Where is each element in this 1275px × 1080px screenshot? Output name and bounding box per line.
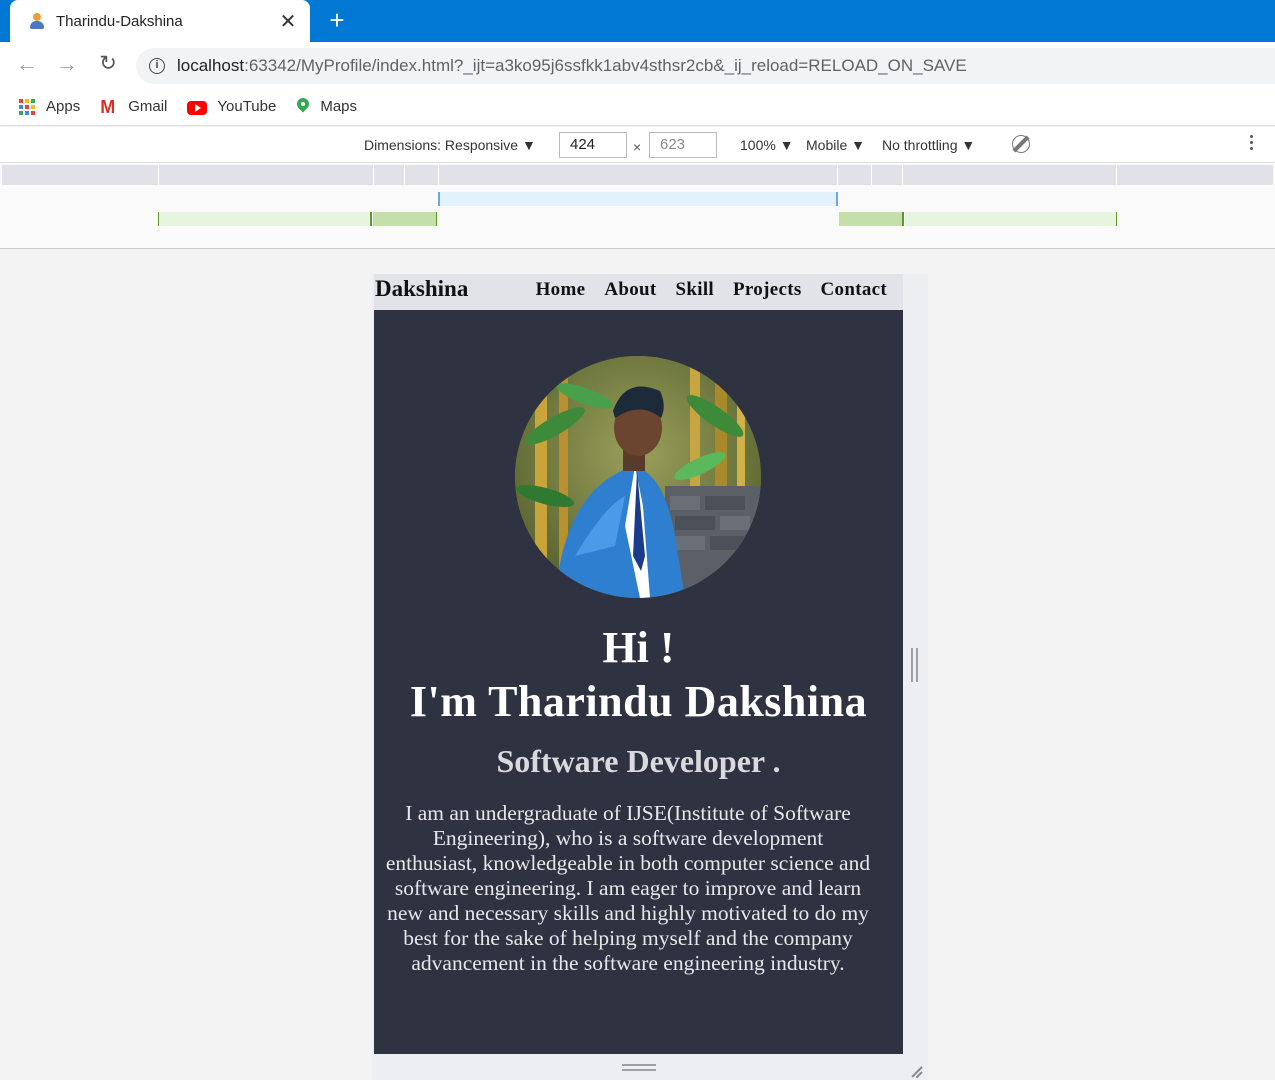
bio-line: enthusiast, knowledgeable in both comput… [385,851,871,875]
times-symbol: × [633,139,642,155]
site-navbar: Dakshina Home About Skill Projects Conta… [374,274,903,310]
device-type-dropdown[interactable]: Mobile ▼ [806,137,865,153]
bookmark-label: Maps [320,98,358,115]
bio-line: advancement in the software engineering … [411,951,845,975]
height-input[interactable]: 623 [649,132,717,158]
new-tab-button[interactable]: + [325,7,349,33]
bio-paragraph: I am an undergraduate of IJSE(Institute … [380,801,876,976]
close-tab-icon[interactable]: ✕ [276,9,300,33]
media-query-green-bar[interactable] [159,212,371,226]
back-arrow-icon[interactable]: ← [15,53,39,77]
profile-photo [515,356,761,598]
zoom-dropdown[interactable]: 100% ▼ [740,137,794,153]
tab-title: Tharindu-Dakshina [56,12,183,30]
bookmark-label: YouTube [217,98,277,115]
greeting-heading: Hi ! [602,623,675,672]
dimensions-dropdown[interactable]: Dimensions: Responsive ▼ [364,137,536,153]
media-query-blue-bar[interactable] [438,192,838,206]
youtube-icon [187,100,208,115]
nav-link-home[interactable]: Home [536,279,586,301]
bookmark-gmail[interactable]: M Gmail [100,98,167,116]
bio-line: software engineering. I am eager to impr… [394,876,862,900]
nav-link-about[interactable]: About [604,279,656,301]
rotate-icon[interactable] [1012,135,1030,153]
browser-tab[interactable]: Tharindu-Dakshina ✕ [10,0,310,42]
site-brand[interactable]: Dakshina [375,276,468,302]
bookmark-label: Apps [46,98,81,115]
bio-line: I am an undergraduate of IJSE(Institute … [405,801,851,825]
maps-icon [296,98,310,116]
site-info-icon[interactable]: i [149,58,165,74]
nav-link-contact[interactable]: Contact [821,279,887,301]
profile-favicon-icon [28,12,46,30]
corner-resize-handle[interactable] [906,1060,923,1079]
nav-links: Home About Skill Projects Contact [517,279,887,301]
bookmark-label: Gmail [128,98,168,115]
bookmark-apps[interactable]: Apps [18,98,80,116]
url-text[interactable]: localhost:63342/MyProfile/index.html?_ij… [177,56,967,76]
throttling-dropdown[interactable]: No throttling ▼ [882,137,975,153]
name-heading: I'm Tharindu Dakshina [409,677,868,726]
device-toolbar: Dimensions: Responsive ▼ 424 × 623 100% … [0,127,1275,163]
bio-line: new and necessary skills and highly moti… [387,901,869,925]
bio-line: best for the sake of helping myself and … [403,926,853,950]
width-resize-handle[interactable] [911,648,919,682]
gmail-icon: M [100,96,116,117]
bookmark-youtube[interactable]: YouTube [187,98,276,115]
media-query-bars [0,163,1275,249]
bio-line: Engineering), who is a software developm… [432,826,824,850]
tab-strip: Tharindu-Dakshina ✕ + [0,0,1275,42]
role-subheading: Software Developer . [496,743,781,779]
media-query-green-bar[interactable] [905,212,1117,226]
reload-icon[interactable]: ↻ [96,53,120,77]
more-options-icon[interactable] [1250,135,1254,153]
emulated-page: Dakshina Home About Skill Projects Conta… [374,274,903,1054]
bookmarks-bar: Apps M Gmail YouTube Maps [0,88,1275,126]
width-input[interactable]: 424 [559,132,627,158]
address-bar[interactable]: i localhost:63342/MyProfile/index.html?_… [136,48,1275,84]
browser-toolbar: ← → ↻ i localhost:63342/MyProfile/index.… [0,42,1275,88]
height-resize-handle[interactable] [622,1064,656,1072]
media-query-row[interactable] [2,165,1273,185]
forward-arrow-icon[interactable]: → [55,53,79,77]
nav-link-skill[interactable]: Skill [676,279,714,301]
media-query-green-bar[interactable] [373,212,437,226]
apps-grid-icon [18,98,36,116]
bookmark-maps[interactable]: Maps [296,98,357,116]
nav-link-projects[interactable]: Projects [733,279,802,301]
media-query-green-bar[interactable] [839,212,903,226]
